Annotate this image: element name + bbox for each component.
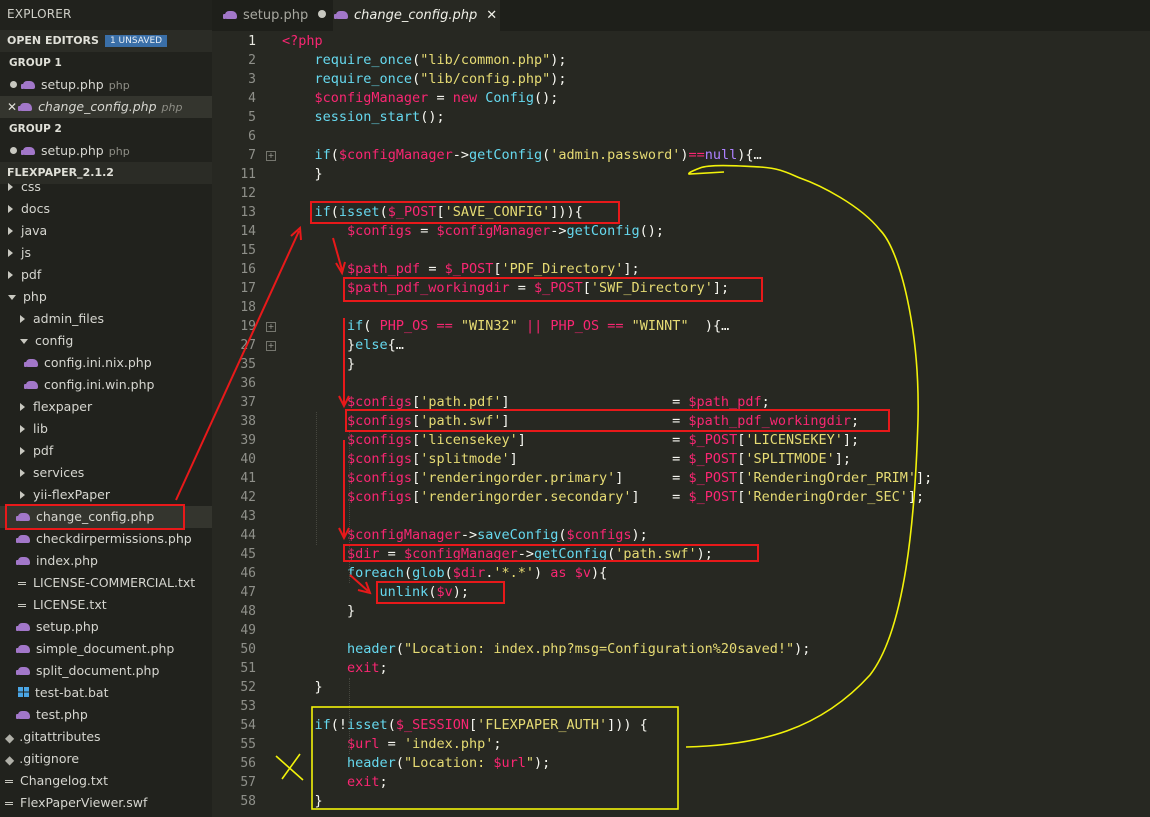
red-annotations <box>5 201 890 604</box>
box-unlink <box>376 581 505 604</box>
curve-auth-to-line-7 <box>685 164 919 748</box>
box-flexpaper-auth <box>311 706 679 810</box>
yellow-annotations <box>275 164 919 810</box>
arrow-file-to-if <box>175 230 300 501</box>
box-if-isset-save-config <box>310 201 620 224</box>
box-dir-getconfig <box>343 544 759 562</box>
box-path-pdf-workingdir <box>343 277 763 302</box>
box-change-config-file <box>5 504 185 530</box>
annotation-overlay <box>5 164 919 810</box>
cross-mark <box>275 753 304 781</box>
box-configs-path-swf <box>345 409 890 432</box>
